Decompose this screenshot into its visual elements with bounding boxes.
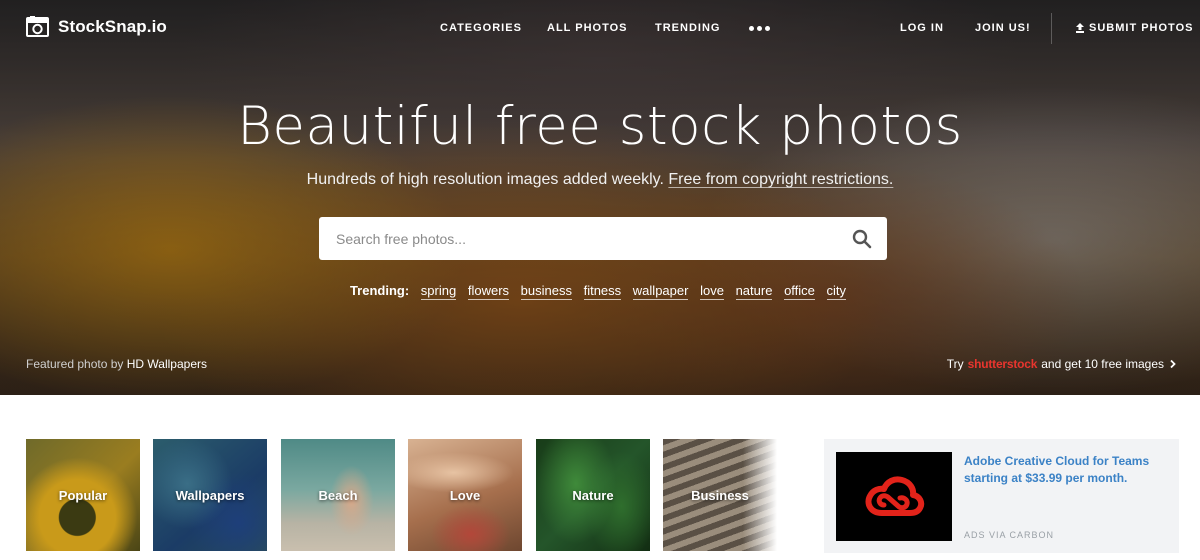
promo-prefix: Try: [946, 357, 964, 371]
search-input[interactable]: [319, 217, 837, 260]
category-label: Popular: [58, 487, 108, 503]
nav-join-us[interactable]: JOIN US!: [975, 22, 1031, 34]
featured-credit: Featured photo by HD Wallpapers: [26, 357, 207, 371]
hero-banner: StockSnap.io CATEGORIES ALL PHOTOS TREND…: [0, 0, 1200, 395]
trending-tags: Trending: spring flowers business fitnes…: [0, 283, 1200, 300]
shutterstock-logo: shutterstock: [967, 357, 1038, 371]
carbon-ad: Adobe Creative Cloud for Teams starting …: [824, 439, 1179, 553]
category-tile-popular[interactable]: Popular: [26, 439, 140, 551]
hero-subline: Hundreds of high resolution images added…: [0, 171, 1200, 189]
more-menu-icon[interactable]: [749, 26, 770, 31]
ad-link[interactable]: Adobe Creative Cloud for Teams starting …: [964, 453, 1164, 487]
trending-tag[interactable]: spring: [420, 283, 457, 300]
category-tile-beach[interactable]: Beach: [281, 439, 395, 551]
nav-categories[interactable]: CATEGORIES: [440, 22, 522, 34]
main-nav: CATEGORIES ALL PHOTOS TRENDING LOG IN JO…: [0, 22, 1200, 36]
submit-photos-button[interactable]: SUBMIT PHOTOS: [1075, 22, 1193, 34]
search-icon: [852, 229, 872, 248]
nav-log-in[interactable]: LOG IN: [900, 22, 944, 34]
featured-prefix: Featured photo by: [26, 357, 124, 371]
category-tile-business[interactable]: Business: [663, 439, 777, 551]
promo-suffix: and get 10 free images: [1041, 357, 1164, 371]
nav-trending[interactable]: TRENDING: [655, 22, 720, 34]
category-label: Nature: [572, 487, 614, 503]
shutterstock-promo[interactable]: Try shutterstock and get 10 free images: [947, 357, 1178, 371]
trending-tag[interactable]: nature: [735, 283, 773, 300]
category-label: Beach: [318, 487, 358, 503]
featured-author-link[interactable]: HD Wallpapers: [127, 357, 207, 371]
trending-tag[interactable]: love: [700, 283, 724, 300]
category-tile-nature[interactable]: Nature: [536, 439, 650, 551]
category-tile-love[interactable]: Love: [408, 439, 522, 551]
copyright-link[interactable]: Free from copyright restrictions.: [668, 171, 893, 188]
search-button[interactable]: [837, 217, 887, 260]
trending-tag[interactable]: office: [784, 283, 815, 300]
adobe-cc-logo[interactable]: [836, 452, 952, 541]
category-label: Wallpapers: [175, 487, 245, 503]
trending-tag[interactable]: business: [520, 283, 572, 300]
search-bar: [319, 217, 887, 260]
category-label: Business: [691, 487, 749, 503]
upload-icon: [1076, 23, 1084, 33]
category-tile-wallpapers[interactable]: Wallpapers: [153, 439, 267, 551]
trending-tag[interactable]: flowers: [467, 283, 510, 300]
category-label: Love: [449, 487, 481, 503]
trending-tag[interactable]: city: [826, 283, 847, 300]
trending-label: Trending:: [349, 283, 410, 298]
hero-headline: Beautiful free stock photos: [237, 96, 963, 157]
creative-cloud-icon: [865, 475, 925, 516]
ads-via-carbon[interactable]: ADS VIA CARBON: [964, 530, 1054, 540]
trending-tag[interactable]: wallpaper: [632, 283, 689, 300]
trending-tag[interactable]: fitness: [583, 283, 622, 300]
nav-all-photos[interactable]: ALL PHOTOS: [547, 22, 628, 34]
subline-text: Hundreds of high resolution images added…: [306, 171, 664, 188]
chevron-right-icon: [1170, 359, 1176, 369]
submit-photos-label: SUBMIT PHOTOS: [1089, 22, 1194, 34]
nav-divider: [1051, 13, 1052, 44]
